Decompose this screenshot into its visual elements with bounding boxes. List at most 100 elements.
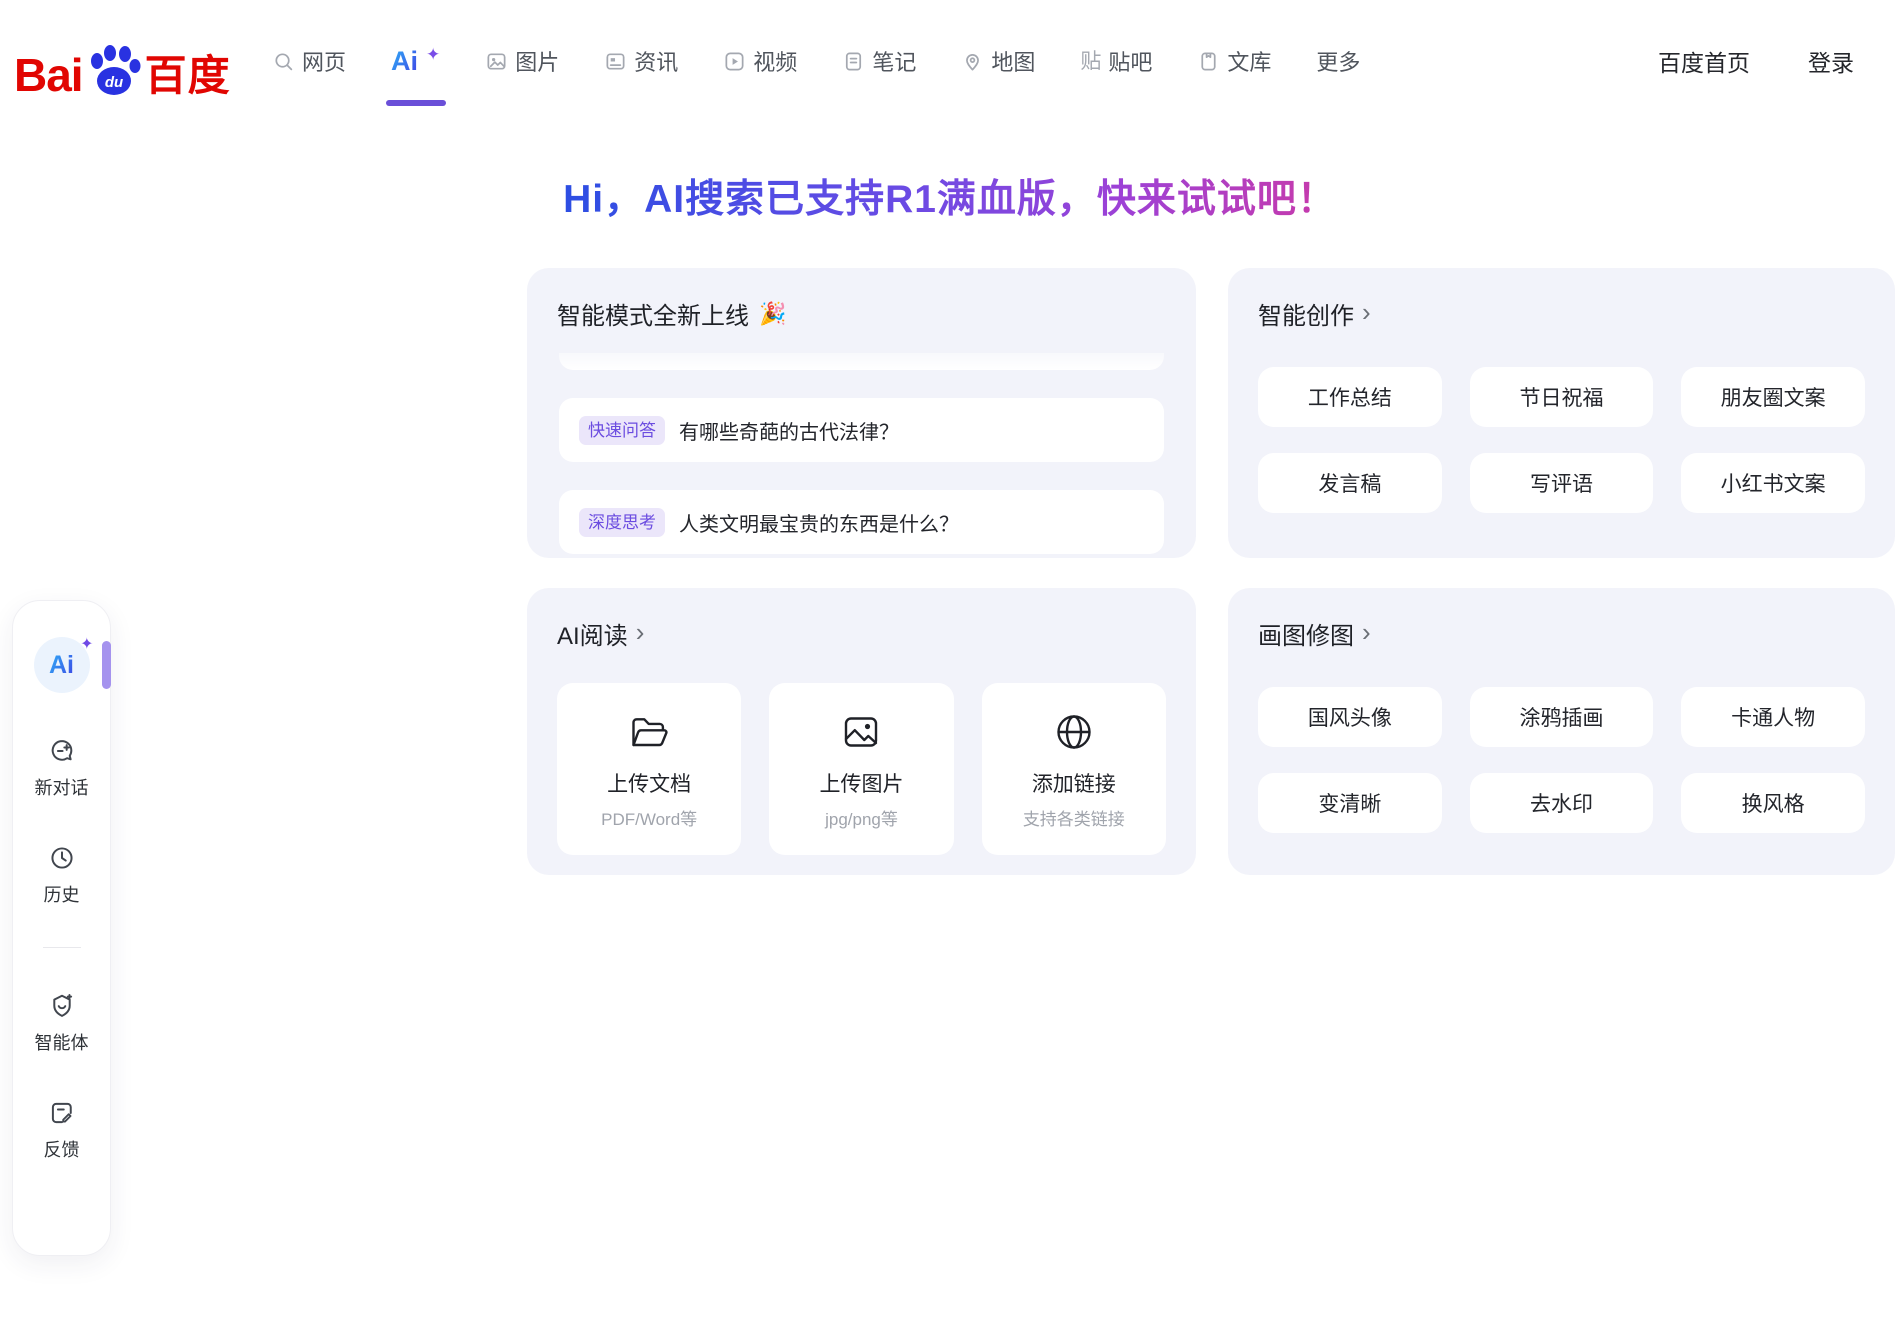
tieba-icon: 贴 [1080,51,1101,72]
card-smart-create: 智能创作 › 工作总结 节日祝福 朋友圈文案 发言稿 写评语 小红书文案 [1228,268,1895,558]
tab-maps[interactable]: 地图 [961,0,1035,122]
tab-more[interactable]: 更多 [1316,0,1360,122]
btn-remove-watermark[interactable]: 去水印 [1470,773,1654,833]
logo-text-bai: Bai [14,52,83,98]
card-ai-reading: AI阅读 › 上传文档 PDF/Word等 [527,588,1196,875]
sidebar-divider [43,947,81,948]
sparkle-icon: ✦ [426,45,440,65]
btn-enhance-clarity[interactable]: 变清晰 [1258,773,1442,833]
chevron-right-icon: › [1362,299,1371,325]
btn-change-style[interactable]: 换风格 [1681,773,1865,833]
sidebar-item-label: 智能体 [35,1029,89,1055]
card-smart-mode-title: 智能模式全新上线 🎉 [557,296,1166,331]
baidu-paw-icon: du [85,44,143,100]
party-popper-icon: 🎉 [759,301,786,327]
btn-xiaohongshu-copy[interactable]: 小红书文案 [1681,453,1865,513]
news-icon [604,50,627,73]
tab-images[interactable]: 图片 [485,0,559,122]
image-nav-icon [485,50,508,73]
baidu-ai-home-page: Bai du 百度 网页 [0,0,1900,1326]
tab-label: 网页 [302,45,346,77]
map-pin-icon [961,50,984,73]
tab-label: 文库 [1227,45,1271,77]
suggestion-text: 人类文明最宝贵的东西是什么？ [679,508,959,537]
sidebar-item-feedback[interactable]: 反馈 [44,1099,80,1162]
tile-sublabel: jpg/png等 [825,805,898,830]
chevron-right-icon: › [1362,619,1371,645]
tab-webpage[interactable]: 网页 [272,0,346,122]
tab-label: 图片 [515,45,559,77]
tab-label: 更多 [1316,45,1360,77]
agent-icon [48,992,76,1020]
tab-label: 贴吧 [1108,45,1152,77]
suggestion-row-deep-think[interactable]: 深度思考 人类文明最宝贵的东西是什么？ [559,490,1164,554]
card-title-text: 智能模式全新上线 [557,296,749,331]
note-icon [842,50,865,73]
deep-think-badge: 深度思考 [579,508,665,537]
sidebar-drag-handle[interactable] [102,641,111,689]
ai-plus-icon: Ai [391,46,418,77]
card-title-text: 画图修图 [1258,616,1354,651]
quick-answer-badge: 快速问答 [579,416,665,445]
sidebar-item-history[interactable]: 历史 [44,844,80,907]
card-smart-create-title[interactable]: 智能创作 › [1258,296,1865,331]
top-header: Bai du 百度 网页 [0,0,1900,122]
card-ai-reading-title[interactable]: AI阅读 › [557,616,1166,651]
sidebar-logo-wrap: Ai ✦ [13,637,110,693]
feedback-icon [48,1099,76,1127]
tab-tieba[interactable]: 贴 贴吧 [1080,0,1152,122]
tab-video[interactable]: 视频 [723,0,797,122]
hero-title: Hi，AI搜索已支持R1满血版，快来试试吧！ [563,168,1337,224]
baidu-logo[interactable]: Bai du 百度 [14,44,231,98]
sidebar-item-label: 新对话 [35,774,89,800]
btn-cartoon-character[interactable]: 卡通人物 [1681,687,1865,747]
suggestion-row-quick-answer[interactable]: 快速问答 有哪些奇葩的古代法律？ [559,398,1164,462]
suggestion-row-partial[interactable] [559,353,1164,370]
library-icon [1197,50,1220,73]
btn-holiday-wishes[interactable]: 节日祝福 [1470,367,1654,427]
sidebar-item-label: 反馈 [44,1136,80,1162]
ai-reading-tiles: 上传文档 PDF/Word等 上传图片 jpg/png等 [557,683,1166,855]
btn-moments-copy[interactable]: 朋友圈文案 [1681,367,1865,427]
tab-label: 地图 [991,45,1035,77]
sidebar-item-agents[interactable]: 智能体 [35,992,89,1055]
video-icon [723,50,746,73]
ai-logo-text: Ai [49,651,74,680]
tab-label: 资讯 [634,45,678,77]
tab-library[interactable]: 文库 [1197,0,1271,122]
tile-upload-document[interactable]: 上传文档 PDF/Word等 [557,683,741,855]
tile-upload-image[interactable]: 上传图片 jpg/png等 [769,683,953,855]
smart-create-buttons: 工作总结 节日祝福 朋友圈文案 发言稿 写评语 小红书文案 [1258,367,1865,513]
tab-notes[interactable]: 笔记 [842,0,916,122]
tile-label: 添加链接 [1032,768,1116,798]
tab-ai[interactable]: Ai ✦ [391,0,440,122]
globe-icon [1051,708,1097,756]
btn-write-comments[interactable]: 写评语 [1470,453,1654,513]
btn-guofeng-avatar[interactable]: 国风头像 [1258,687,1442,747]
btn-speech-draft[interactable]: 发言稿 [1258,453,1442,513]
tile-sublabel: PDF/Word等 [601,805,697,830]
ai-logo-button[interactable]: Ai ✦ [34,637,90,693]
card-title-text: AI阅读 [557,616,628,651]
tab-news[interactable]: 资讯 [604,0,678,122]
btn-work-summary[interactable]: 工作总结 [1258,367,1442,427]
chevron-right-icon: › [636,619,645,645]
btn-doodle-illustration[interactable]: 涂鸦插画 [1470,687,1654,747]
card-title-text: 智能创作 [1258,296,1354,331]
card-draw-edit-title[interactable]: 画图修图 › [1258,616,1865,651]
folder-icon [626,708,672,756]
sidebar-item-label: 历史 [44,881,80,907]
login-link[interactable]: 登录 [1808,44,1854,78]
tile-label: 上传图片 [819,768,903,798]
svg-text:du: du [104,74,122,91]
new-chat-icon [48,737,76,765]
history-icon [48,844,76,872]
ai-sidebar: Ai ✦ 新对话 历史 [12,600,111,1256]
hero-banner: Hi，AI搜索已支持R1满血版，快来试试吧！ [0,168,1900,224]
tile-add-link[interactable]: 添加链接 支持各类链接 [982,683,1166,855]
sidebar-item-new-chat[interactable]: 新对话 [35,737,89,800]
suggestion-text: 有哪些奇葩的古代法律？ [679,416,899,445]
baidu-home-link[interactable]: 百度首页 [1658,44,1750,78]
image-icon [838,708,884,756]
tile-label: 上传文档 [607,768,691,798]
